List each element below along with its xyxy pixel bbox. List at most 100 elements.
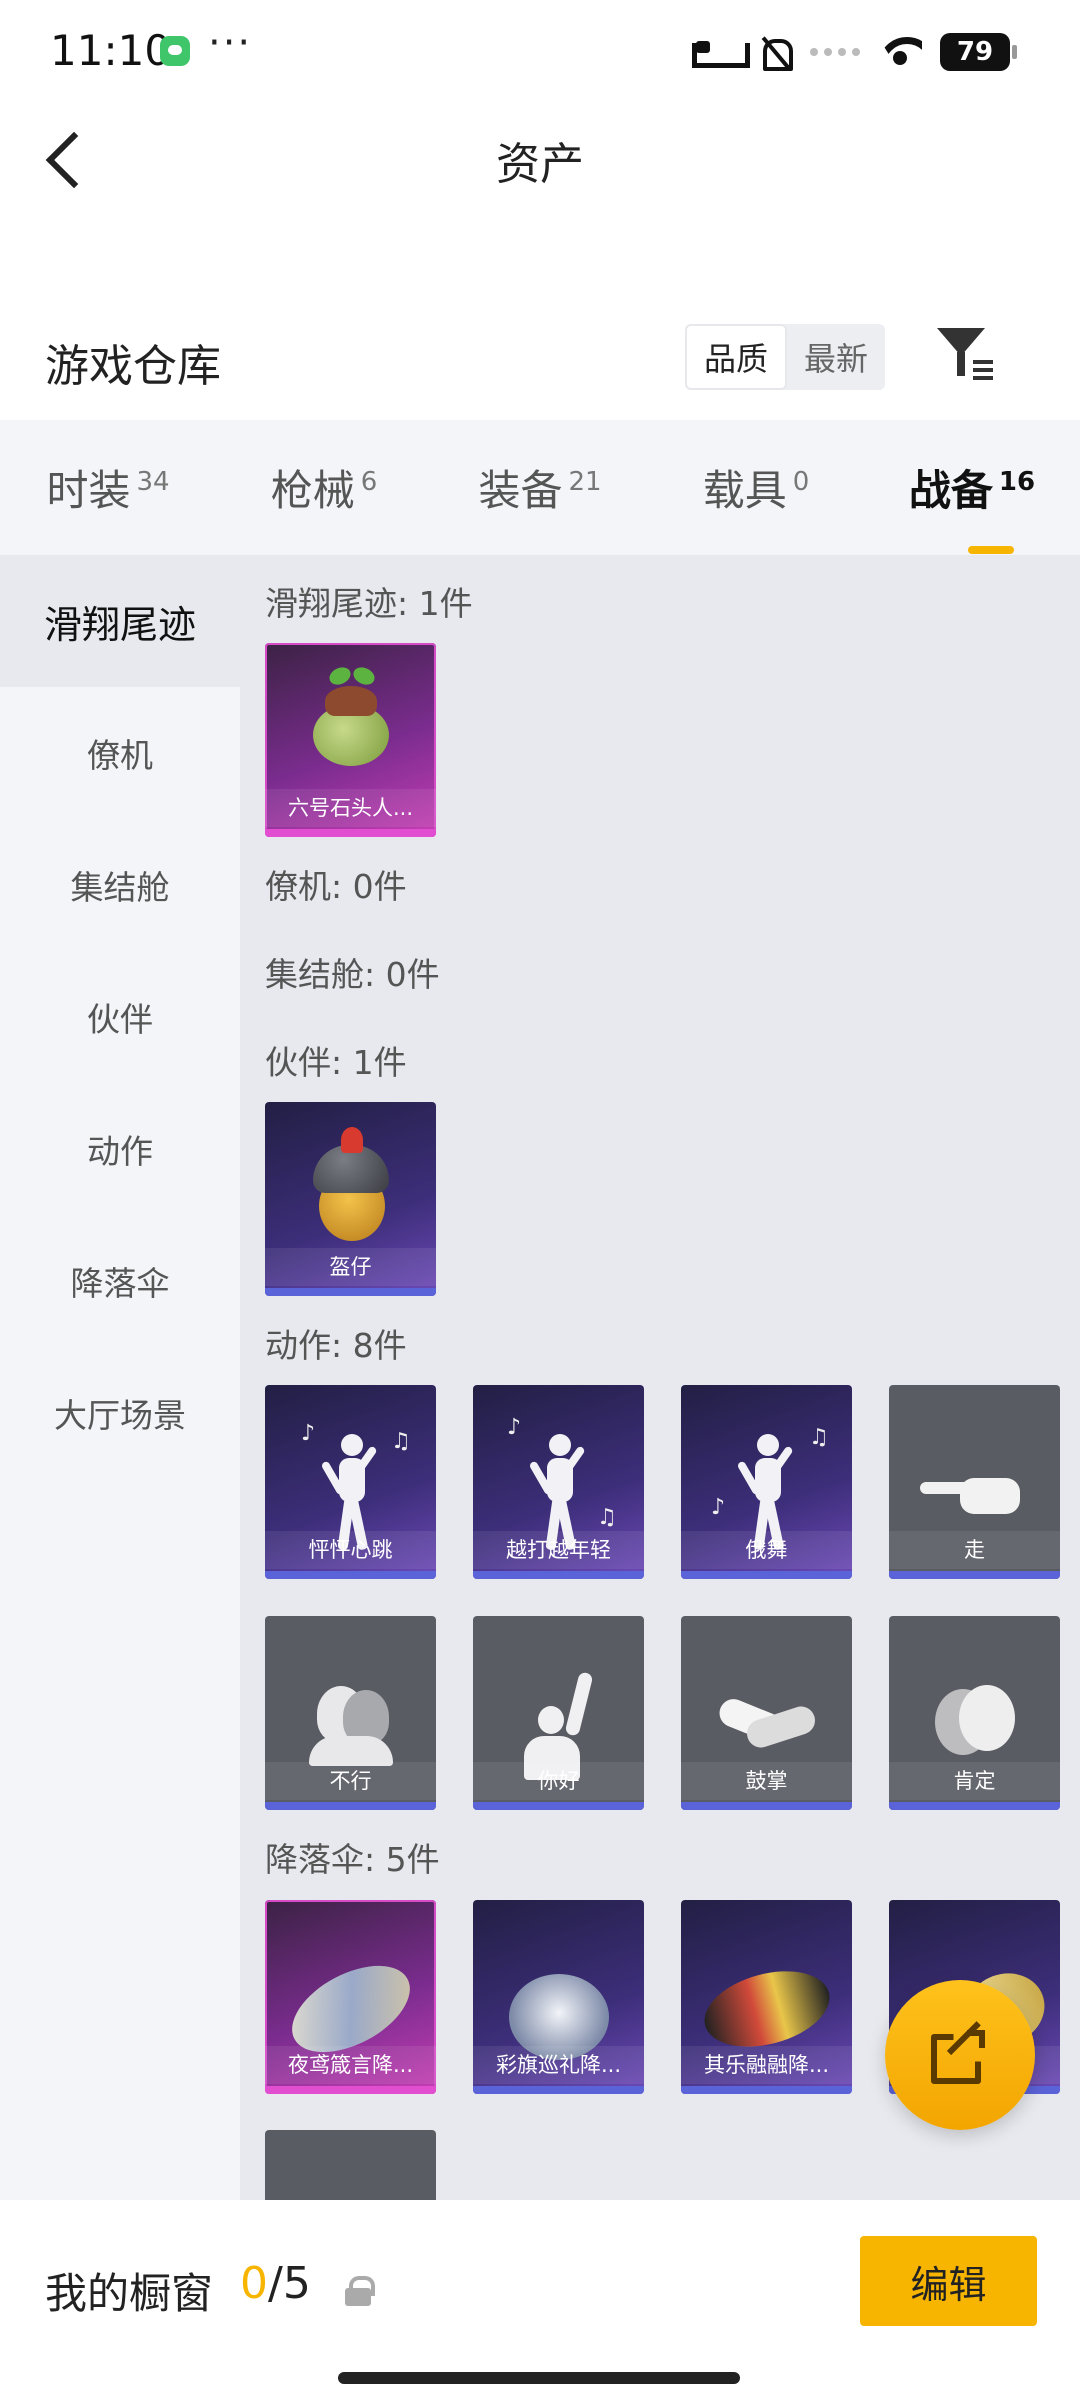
tab-readiness[interactable]: 战备 16 — [864, 457, 1080, 554]
tab-count: 34 — [136, 467, 170, 497]
sort-newest-button[interactable]: 最新 — [787, 324, 885, 390]
tab-equipment[interactable]: 装备 21 — [432, 457, 648, 518]
item-list: 滑翔尾迹: 1件 六号石头人... 僚机: 0件 集结舱: 0件 伙伴: 1件 … — [240, 555, 1080, 2200]
tab-label: 装备 — [478, 466, 563, 515]
tab-label: 战备 — [908, 466, 993, 515]
section-title-glide: 滑翔尾迹: 1件 — [265, 584, 473, 623]
status-bar: 11:10 ··· 79 — [0, 0, 1080, 100]
item-card[interactable]: ♪ ♫ 俄舞 — [681, 1385, 852, 1579]
section-title-parachute: 降落伞: 5件 — [265, 1840, 440, 1879]
nodding-head-icon — [925, 1675, 1025, 1775]
section-title-partner: 伙伴: 1件 — [265, 1043, 407, 1082]
music-note-icon: ♫ — [809, 1425, 829, 1450]
item-label: 鼓掌 — [681, 1762, 852, 1800]
item-label: 俄舞 — [681, 1531, 852, 1569]
share-button[interactable] — [885, 1980, 1035, 2130]
showcase-count-total: /5 — [268, 2258, 311, 2309]
item-label: 不行 — [265, 1762, 436, 1800]
wechat-icon — [160, 36, 190, 66]
partner-grid: 盔仔 — [265, 1102, 1060, 1296]
parachute-icon — [695, 1958, 838, 2059]
tab-fashion[interactable]: 时装 34 — [0, 457, 216, 518]
status-icons: 79 — [692, 30, 1017, 74]
warehouse-header: 游戏仓库 品质 最新 — [0, 310, 1080, 420]
music-note-icon: ♪ — [301, 1421, 316, 1446]
item-card[interactable]: 你好 — [473, 1616, 644, 1810]
sidebar-item-lobby-scene[interactable]: 大厅场景 — [0, 1347, 240, 1479]
parachute-icon — [489, 1964, 629, 2060]
section-title-pod: 集结舱: 0件 — [265, 955, 440, 994]
item-label: 你好 — [473, 1762, 644, 1800]
home-indicator — [338, 2372, 740, 2384]
sidebar-item-parachute[interactable]: 降落伞 — [0, 1215, 240, 1347]
item-card[interactable]: 盔仔 — [265, 1102, 436, 1296]
music-note-icon: ♫ — [391, 1429, 411, 1454]
section-title-emote: 动作: 8件 — [265, 1326, 407, 1365]
status-time: 11:10 — [50, 26, 172, 75]
mute-icon — [758, 35, 793, 71]
item-label: 走 — [889, 1531, 1060, 1569]
subcategory-sidebar: 滑翔尾迹 僚机 集结舱 伙伴 动作 降落伞 大厅场景 — [0, 555, 240, 2200]
page-title: 资产 — [496, 139, 584, 190]
tab-firearms[interactable]: 枪械 6 — [216, 457, 432, 518]
item-card[interactable]: 夜鸢箴言降... — [265, 1900, 436, 2094]
item-label: 六号石头人... — [265, 789, 436, 827]
sort-toggle: 品质 最新 — [685, 324, 885, 390]
sidebar-item-pod[interactable]: 集结舱 — [0, 819, 240, 951]
item-label: 其乐融融降... — [681, 2046, 852, 2084]
helmet-chick-icon — [301, 1127, 401, 1247]
stone-creature-icon — [299, 664, 403, 774]
sleep-mode-icon — [692, 37, 750, 68]
item-card[interactable]: 走 — [889, 1385, 1060, 1579]
music-note-icon: ♫ — [597, 1505, 617, 1530]
item-card[interactable]: ♪ ♫ 越打越年轻 — [473, 1385, 644, 1579]
category-tabs: 时装 34 枪械 6 装备 21 载具 0 战备 16 — [0, 420, 1080, 555]
music-note-icon: ♪ — [711, 1495, 726, 1520]
tab-count: 21 — [568, 467, 602, 497]
item-card[interactable]: 彩旗巡礼降... — [473, 1900, 644, 2094]
nav-bar: 资产 — [0, 100, 1080, 212]
tab-vehicles[interactable]: 载具 0 — [648, 457, 864, 518]
edit-button[interactable]: 编辑 — [860, 2236, 1037, 2326]
tab-label: 载具 — [702, 466, 787, 515]
more-notifications-icon: ··· — [208, 20, 253, 66]
sidebar-item-wingman[interactable]: 僚机 — [0, 687, 240, 819]
showcase-count-current: 0 — [240, 2258, 268, 2309]
showcase-count: 0/5 — [240, 2258, 311, 2309]
tab-label: 时装 — [46, 466, 131, 515]
sidebar-item-glide-trail[interactable]: 滑翔尾迹 — [0, 555, 240, 687]
tab-count: 6 — [360, 467, 378, 497]
emote-grid: ♪ ♫ 怦怦心跳 ♪ ♫ 越打越年轻 ♪ ♫ 俄舞 走 不行 你好 鼓掌 肯定 — [265, 1385, 1060, 1810]
item-label: 盔仔 — [265, 1248, 436, 1286]
sidebar-item-partner[interactable]: 伙伴 — [0, 951, 240, 1083]
tab-count: 0 — [792, 467, 810, 497]
item-label: 越打越年轻 — [473, 1531, 644, 1569]
signal-icon — [810, 48, 860, 56]
wifi-icon — [878, 35, 922, 69]
item-card[interactable]: 鼓掌 — [681, 1616, 852, 1810]
item-card[interactable]: ♪ ♫ 怦怦心跳 — [265, 1385, 436, 1579]
item-card[interactable]: 不行 — [265, 1616, 436, 1810]
item-label: 怦怦心跳 — [265, 1531, 436, 1569]
battery-icon: 79 — [940, 33, 1017, 71]
item-card[interactable]: 肯定 — [889, 1616, 1060, 1810]
item-card[interactable]: 其乐融融降... — [681, 1900, 852, 2094]
item-label: 夜鸢箴言降... — [265, 2046, 436, 2084]
item-label: 彩旗巡礼降... — [473, 2046, 644, 2084]
clapping-hands-icon — [712, 1685, 822, 1765]
glide-grid: 六号石头人... — [265, 643, 1060, 837]
sidebar-item-emote[interactable]: 动作 — [0, 1083, 240, 1215]
item-label: 肯定 — [889, 1762, 1060, 1800]
music-note-icon: ♪ — [507, 1415, 522, 1440]
item-card[interactable] — [265, 2130, 436, 2200]
pointing-hand-icon — [919, 1464, 1030, 1524]
filter-icon[interactable] — [935, 322, 997, 384]
parachute-icon — [277, 1947, 424, 2070]
bottom-bar: 我的橱窗 0/5 编辑 — [0, 2200, 1080, 2400]
tab-label: 枪械 — [270, 466, 355, 515]
item-card[interactable]: 六号石头人... — [265, 643, 436, 837]
showcase-label: 我的橱窗 — [45, 2269, 214, 2318]
tab-count: 16 — [998, 467, 1036, 497]
share-icon — [931, 2021, 989, 2084]
sort-quality-button[interactable]: 品质 — [685, 324, 787, 390]
